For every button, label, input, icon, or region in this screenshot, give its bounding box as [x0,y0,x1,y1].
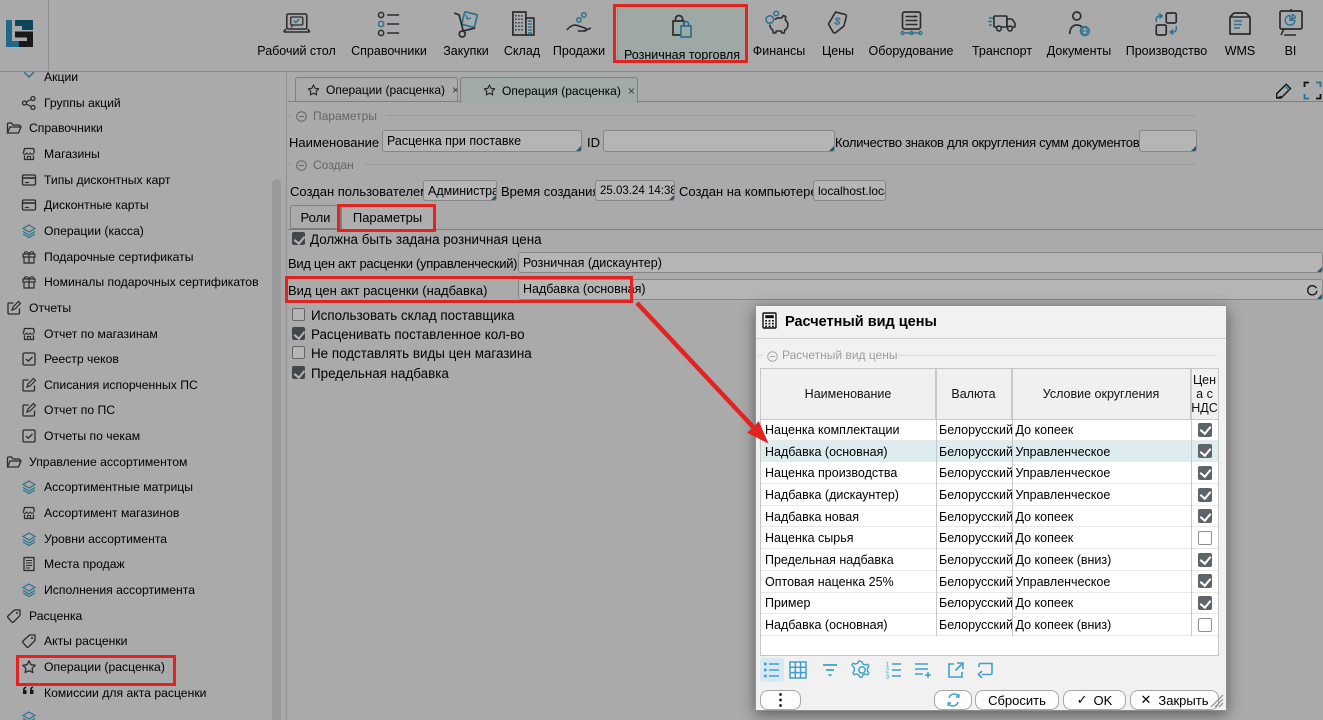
svg-text:3: 3 [886,674,890,681]
